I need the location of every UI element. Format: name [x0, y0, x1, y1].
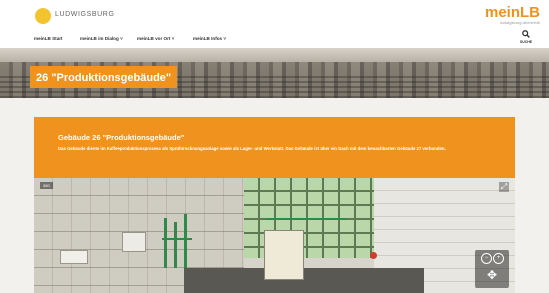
panorama-sink	[60, 250, 88, 264]
search-label: SUCHE	[519, 40, 533, 44]
pan-control-icon[interactable]: ✥	[480, 265, 504, 285]
expand-icon[interactable]: ⤢	[499, 182, 509, 192]
panorama-viewer[interactable]: 360 ⤢ − + ✥	[34, 178, 515, 293]
card-title: Gebäude 26 "Produktionsgebäude"	[58, 133, 185, 142]
ludwigsburg-logo-icon[interactable]	[35, 8, 51, 24]
hero-title: 26 "Produktionsgebäude"	[36, 72, 172, 84]
main-navigation: meinLB Start meinLB im Dialog ˅ meinLB v…	[0, 33, 549, 47]
panorama-360-badge: 360	[40, 182, 53, 189]
nav-item-vor-ort[interactable]: meinLB vor Ort ˅	[137, 36, 174, 41]
panorama-pipe	[184, 214, 187, 268]
panorama-floor	[184, 268, 424, 293]
search-icon	[514, 30, 538, 40]
search-button[interactable]: SUCHE	[514, 30, 538, 44]
hero-title-box: 26 "Produktionsgebäude"	[30, 66, 178, 88]
nav-item-start[interactable]: meinLB Start	[34, 36, 63, 41]
info-card: Gebäude 26 "Produktionsgebäude" Das Gebä…	[34, 117, 515, 178]
nav-item-dialog[interactable]: meinLB im Dialog ˅	[80, 36, 123, 41]
top-bar: LUDWIGSBURG meinLB ludwigsburg.de/meinlb	[0, 0, 549, 33]
panorama-controls: − + ✥	[475, 250, 509, 288]
panorama-pipe	[266, 218, 346, 220]
zoom-out-icon[interactable]: −	[481, 253, 492, 264]
meinlb-brand[interactable]: meinLB ludwigsburg.de/meinlb	[485, 5, 540, 25]
city-logo-text[interactable]: LUDWIGSBURG	[55, 11, 115, 18]
panorama-wall-box	[122, 232, 146, 252]
hero-banner: 26 "Produktionsgebäude"	[0, 48, 549, 98]
panorama-pipe	[174, 222, 177, 268]
content-area: Gebäude 26 "Produktionsgebäude" Das Gebä…	[0, 98, 549, 293]
panorama-pipe	[164, 218, 167, 268]
panorama-pipe	[162, 238, 192, 240]
card-description: Das Gebäude diente im Kaffeeproduktionsp…	[58, 146, 446, 151]
panorama-red-sign	[370, 252, 377, 259]
zoom-in-icon[interactable]: +	[493, 253, 504, 264]
brand-name: meinLB	[484, 4, 540, 21]
nav-item-infos[interactable]: meinLB Infos ˅	[193, 36, 226, 41]
hero-sky	[0, 48, 549, 62]
panorama-door	[264, 230, 304, 280]
